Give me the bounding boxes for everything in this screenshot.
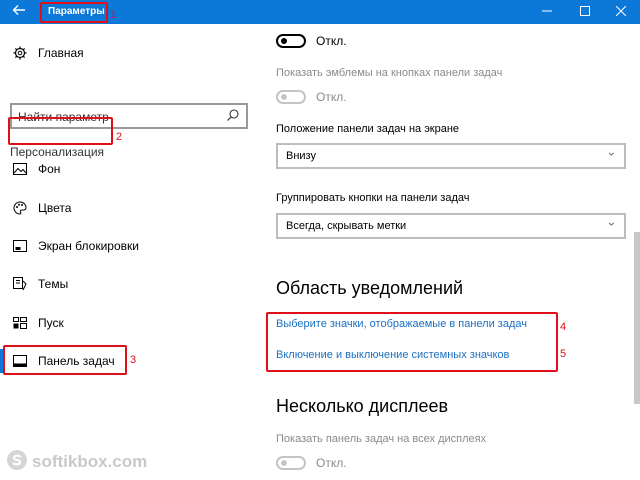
notification-area-heading: Область уведомлений [276, 278, 464, 298]
close-button[interactable] [606, 2, 636, 22]
minimize-button[interactable] [532, 2, 562, 22]
sidebar-item-label: Темы [38, 277, 69, 291]
multi-display-toggle[interactable] [276, 456, 306, 470]
badges-toggle-state: Откл. [316, 90, 347, 104]
sidebar-item-lock-screen[interactable]: Экран блокировки [12, 234, 139, 258]
group-setting-label: Группировать кнопки на панели задач [276, 192, 470, 204]
multi-display-setting-label: Показать панель задач на всех дисплеях [276, 433, 487, 445]
sidebar-item-label: Цвета [38, 201, 72, 215]
toggle-state-label: Откл. [316, 34, 347, 48]
main-content: Откл. Показать эмблемы на кнопках панели… [262, 24, 640, 480]
annotation-box-2 [8, 117, 113, 145]
sidebar-item-label: Главная [38, 46, 84, 60]
position-dropdown[interactable]: Внизу › [276, 143, 626, 169]
sidebar-item-start[interactable]: Пуск [12, 311, 64, 335]
sidebar: Главная Найти параметр Персонализация Фо… [0, 24, 262, 480]
watermark: softikbox.com [6, 448, 147, 476]
group-dropdown[interactable]: Всегда, скрывать метки › [276, 213, 626, 239]
multiple-displays-heading: Несколько дисплеев [276, 396, 449, 416]
annotation-number-3: 3 [130, 354, 137, 366]
badges-setting-label: Показать эмблемы на кнопках панели задач [276, 67, 503, 79]
image-icon [12, 161, 28, 177]
palette-icon [12, 200, 28, 216]
sidebar-item-background[interactable]: Фон [12, 157, 60, 181]
toggle-knob [281, 460, 287, 466]
position-setting-label: Положение панели задач на экране [276, 123, 460, 135]
annotation-number-2: 2 [116, 131, 123, 143]
annotation-box-1 [40, 2, 108, 23]
watermark-logo-icon [6, 449, 28, 476]
search-icon [226, 108, 240, 127]
multi-display-toggle-state: Откл. [316, 456, 347, 470]
sidebar-item-themes[interactable]: Темы [12, 272, 68, 296]
annotation-number-4: 4 [560, 321, 567, 333]
annotation-box-4-5 [266, 312, 558, 372]
themes-icon [12, 276, 28, 292]
scrollbar[interactable] [634, 232, 640, 404]
sidebar-item-label: Фон [38, 162, 61, 176]
sidebar-item-colors[interactable]: Цвета [12, 196, 71, 220]
back-arrow-icon[interactable] [10, 3, 28, 21]
group-dropdown-value: Всегда, скрывать метки [286, 220, 407, 232]
watermark-text: softikbox.com [32, 452, 148, 471]
gear-icon [12, 45, 28, 61]
badges-toggle[interactable] [276, 90, 306, 104]
start-icon [12, 315, 28, 331]
chevron-down-icon: › [605, 152, 619, 156]
lock-screen-icon [12, 238, 28, 254]
toggle-knob [281, 38, 287, 44]
annotation-number-5: 5 [560, 348, 567, 360]
toggle-knob [281, 94, 287, 100]
sidebar-item-home[interactable]: Главная [12, 41, 84, 65]
toggle-switch[interactable] [276, 34, 306, 48]
position-dropdown-value: Внизу [286, 150, 316, 162]
chevron-down-icon: › [605, 222, 619, 226]
sidebar-item-label: Пуск [38, 316, 64, 330]
annotation-number-1: 1 [110, 9, 117, 21]
maximize-button[interactable] [570, 2, 600, 22]
sidebar-item-label: Экран блокировки [38, 239, 139, 253]
annotation-box-3 [3, 345, 127, 375]
